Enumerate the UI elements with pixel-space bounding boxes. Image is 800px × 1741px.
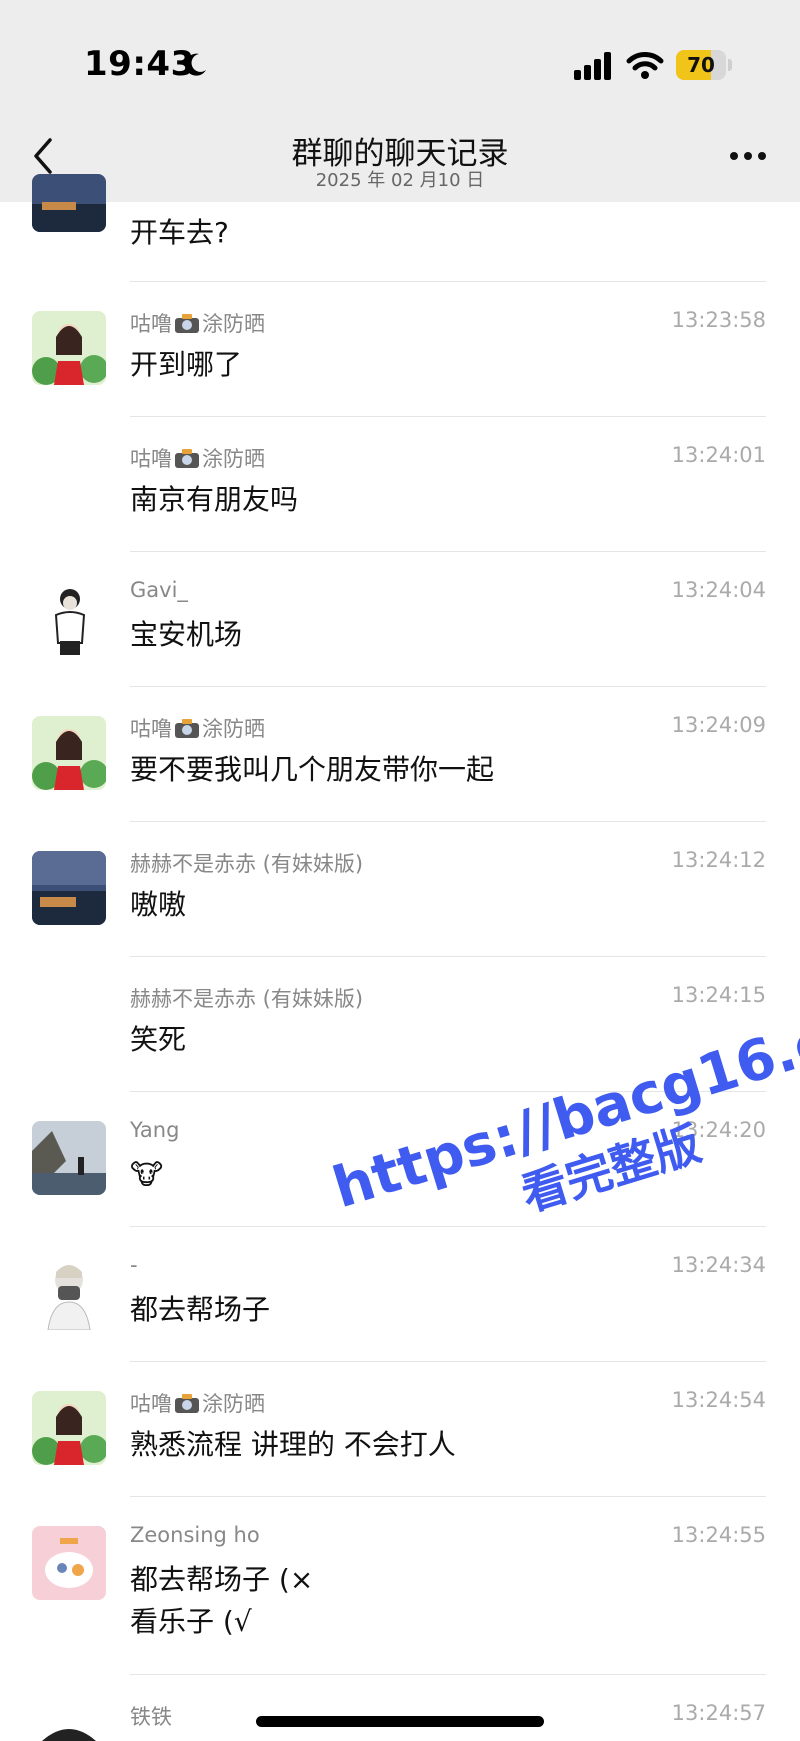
sender-name: 咕噜 涂防晒 [130,308,265,338]
timestamp: 13:23:58 [671,308,766,332]
sender-name: 咕噜 涂防晒 [130,1388,265,1418]
sender-name-part: 咕噜 [130,312,172,336]
avatar[interactable] [32,716,106,790]
message-item[interactable]: 赫赫不是赤赤 (有妹妹版) 13:24:12 嗷嗷 [0,822,800,957]
message-item[interactable]: Gavi_ 13:24:04 宝安机场 [0,552,800,687]
header: 19:43 70 群聊的聊天记录 2025 年 02 月10 日 [0,0,800,202]
sender-name-part: 涂防晒 [202,312,265,336]
sender-name-part: 咕噜 [130,1392,172,1416]
message-item[interactable]: Zeonsing ho 13:24:55 都去帮场子 (× 看乐子 (√ [0,1497,800,1675]
avatar[interactable] [32,1391,106,1465]
avatar[interactable] [32,311,106,385]
sender-name: 咕噜 涂防晒 [130,443,265,473]
sender-name: 铁铁 [130,1705,172,1729]
battery-tip [728,59,732,71]
timestamp: 13:24:54 [671,1388,766,1412]
message-text: 笑死 [130,1023,187,1056]
avatar[interactable] [32,174,106,232]
sender-name: 赫赫不是赤赤 (有妹妹版) [130,852,364,876]
sender-name-part: 咕噜 [130,447,172,471]
timestamp: 13:24:12 [671,848,766,872]
sender-name: Yang [130,1118,180,1142]
more-icon[interactable] [728,150,768,162]
avatar[interactable] [32,581,106,655]
camera-icon [175,1394,199,1413]
message-text: 熟悉流程 讲理的 不会打人 [130,1428,456,1461]
message-text: 要不要我叫几个朋友带你一起 [130,753,495,786]
message-text: 都去帮场子 (× [130,1563,314,1596]
message-text: 开到哪了 [130,348,243,381]
timestamp: 13:24:55 [671,1523,766,1547]
sender-name: Zeonsing ho [130,1523,260,1547]
battery-level: 70 [687,53,715,77]
avatar[interactable] [32,1256,106,1330]
message-text: 开车去? [130,216,229,249]
wifi-icon [626,52,664,79]
avatar[interactable] [32,1526,106,1600]
timestamp: 13:24:57 [671,1701,766,1725]
camera-icon [175,314,199,333]
timestamp: 13:24:15 [671,983,766,1007]
message-text-line-2: 看乐子 (√ [130,1605,252,1638]
timestamp: 13:24:09 [671,713,766,737]
camera-icon [175,449,199,468]
battery-icon: 70 [676,50,726,80]
moon-icon [185,53,206,76]
message-item[interactable]: 咕噜 涂防晒 13:23:58 开到哪了 [0,282,800,417]
message-item[interactable]: 开车去? [0,174,800,282]
sender-name-part: 涂防晒 [202,447,265,471]
message-text: 🐮 [130,1158,164,1191]
sender-name-part: 涂防晒 [202,717,265,741]
message-item[interactable]: 铁铁 13:24:57 [0,1675,800,1741]
chevron-left-icon[interactable] [30,136,56,176]
signal-icon [574,52,611,80]
page-subtitle: 2025 年 02 月10 日 [315,170,485,191]
timestamp: 13:24:04 [671,578,766,602]
message-text: 都去帮场子 [130,1293,271,1326]
sender-name: Gavi_ [130,578,188,602]
avatar[interactable] [32,1121,106,1195]
sender-name: 赫赫不是赤赤 (有妹妹版) [130,987,364,1011]
avatar[interactable] [32,1723,106,1741]
sender-name: 咕噜 涂防晒 [130,713,265,743]
message-text: 嗷嗷 [130,888,187,921]
message-item[interactable]: 咕噜 涂防晒 13:24:54 熟悉流程 讲理的 不会打人 [0,1362,800,1497]
timestamp: 13:24:01 [671,443,766,467]
sender-name: - [130,1253,138,1277]
sender-name-part: 涂防晒 [202,1392,265,1416]
home-indicator[interactable] [256,1716,544,1727]
avatar[interactable] [32,851,106,925]
sender-name-part: 咕噜 [130,717,172,741]
message-item[interactable]: 咕噜 涂防晒 13:24:09 要不要我叫几个朋友带你一起 [0,687,800,822]
message-text: 南京有朋友吗 [130,483,299,516]
message-text: 宝安机场 [130,618,243,651]
status-time: 19:43 [84,44,195,84]
camera-icon [175,719,199,738]
message-item[interactable]: 咕噜 涂防晒 13:24:01 南京有朋友吗 [0,417,800,552]
